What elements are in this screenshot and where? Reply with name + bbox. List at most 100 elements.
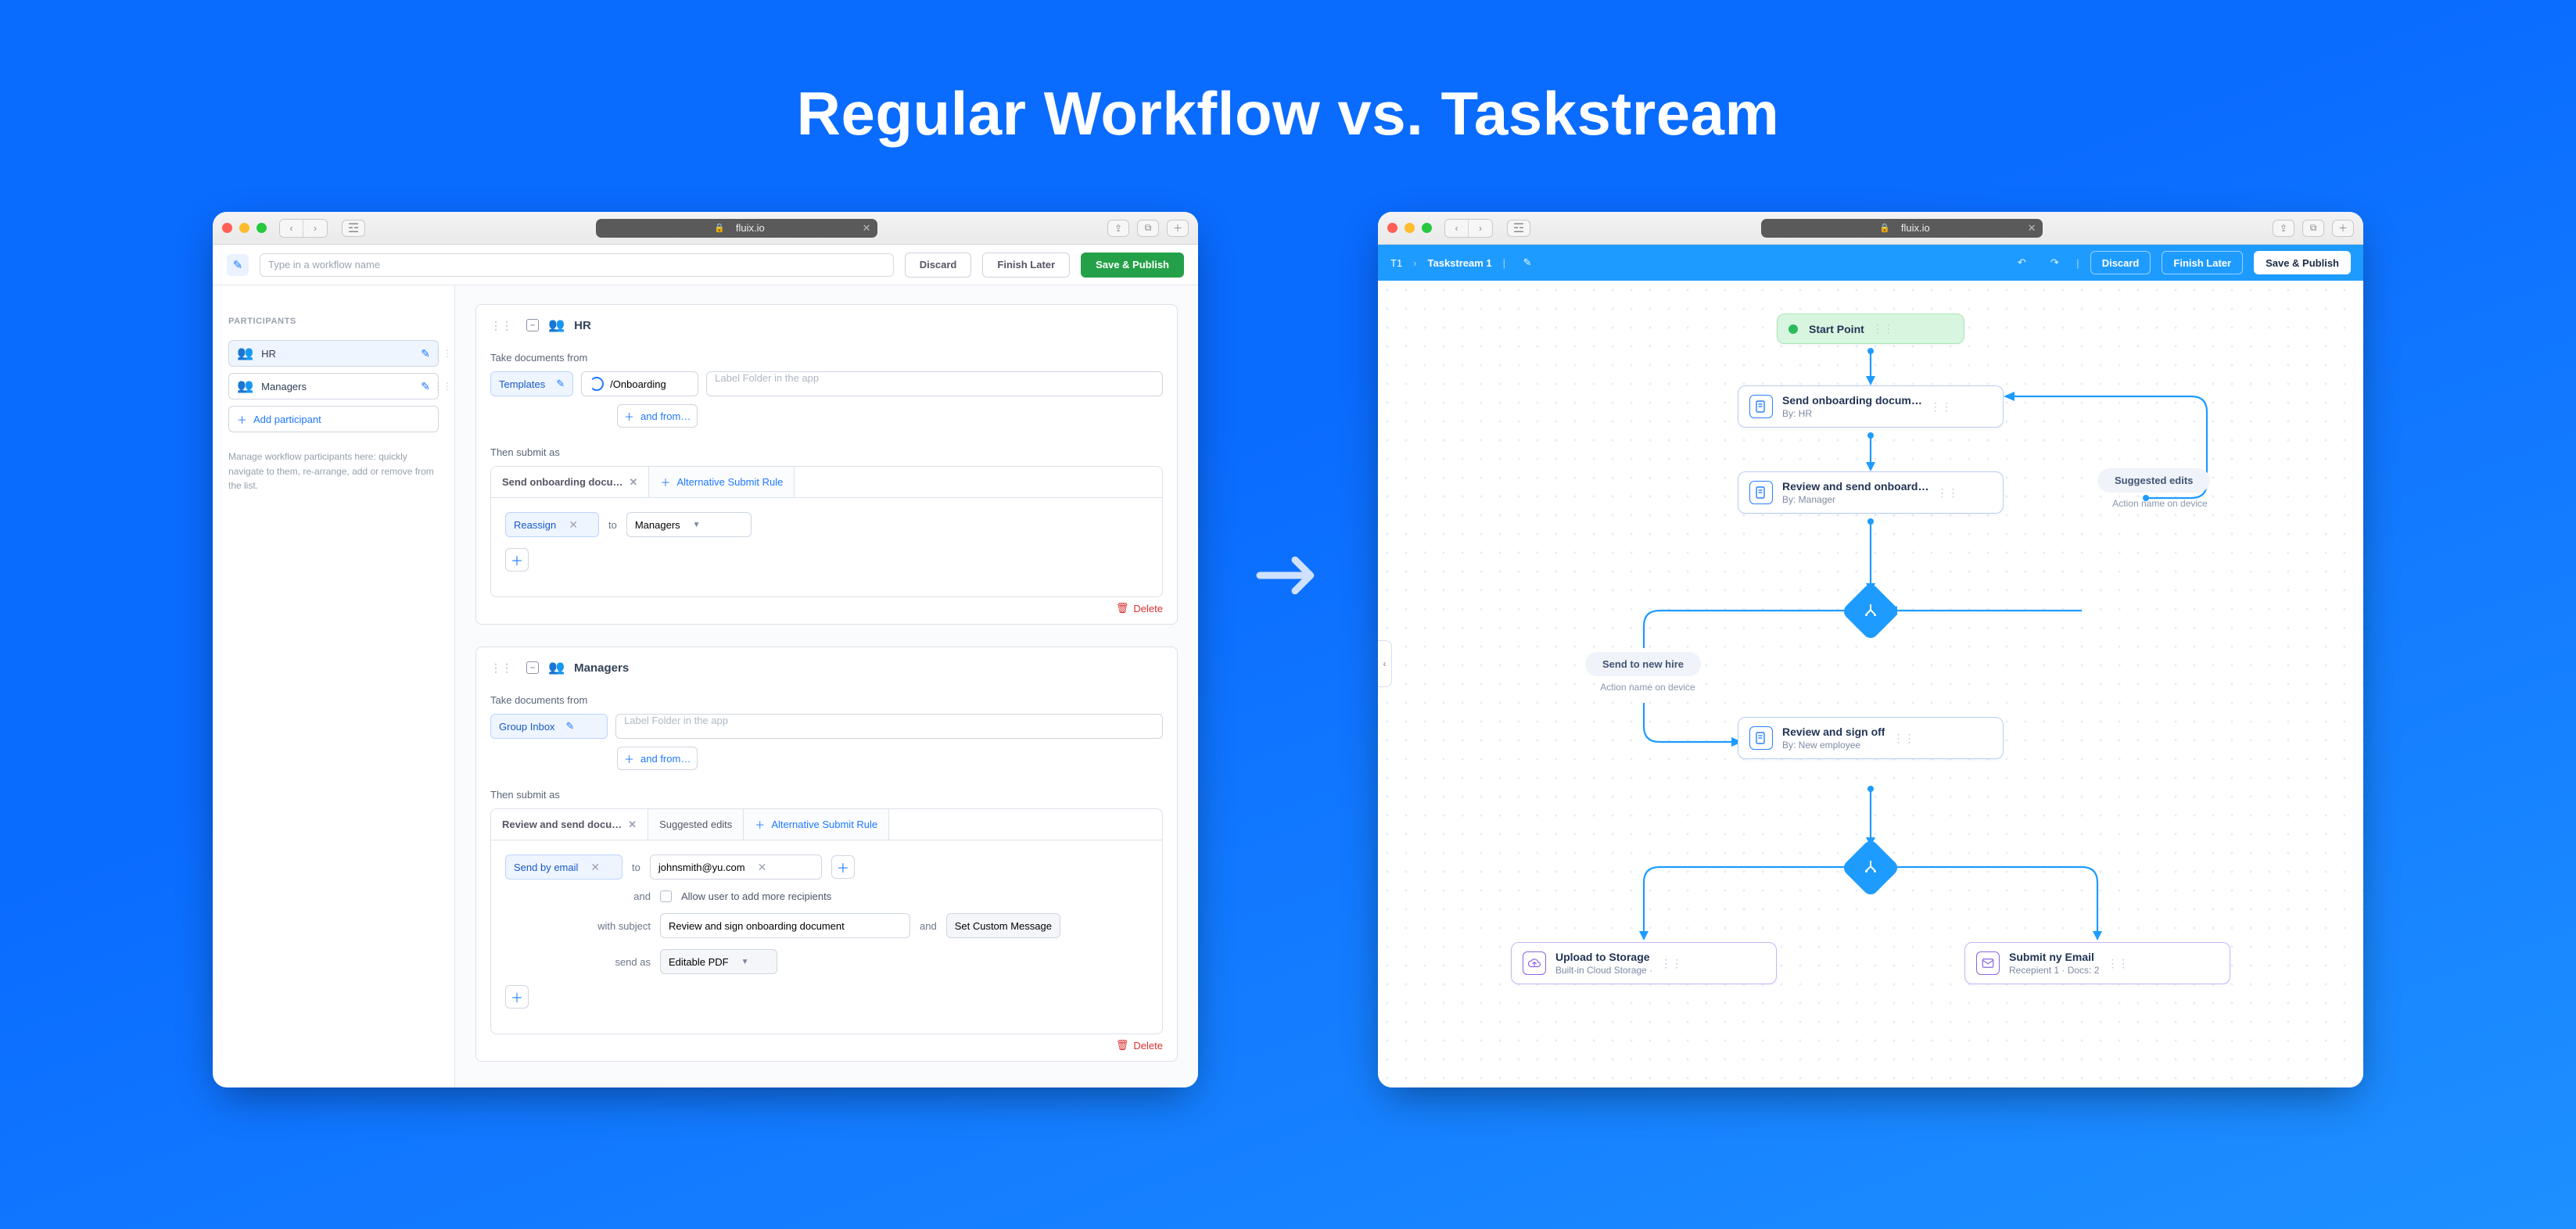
- back-button[interactable]: ‹: [280, 220, 303, 237]
- sidebar-toggle-icon[interactable]: ☲: [342, 220, 365, 237]
- sidebar-toggle-icon[interactable]: ☲: [1507, 220, 1530, 237]
- node-review-send[interactable]: Review and send onboard… By: Manager ⋮⋮: [1738, 471, 2004, 514]
- close-dot-icon[interactable]: [1387, 223, 1397, 233]
- finish-later-button[interactable]: Finish Later: [2162, 251, 2243, 274]
- address-bar[interactable]: 🔒 fluix.io ✕: [1761, 219, 2043, 238]
- clear-url-icon[interactable]: ✕: [2028, 222, 2036, 235]
- discard-button[interactable]: Discard: [905, 253, 972, 278]
- drag-handle-icon[interactable]: ⋮⋮: [433, 381, 452, 392]
- drag-handle-icon[interactable]: ⋮⋮: [433, 348, 452, 359]
- new-tab-icon[interactable]: ＋: [1167, 220, 1189, 237]
- forward-button[interactable]: ›: [1469, 220, 1492, 237]
- remove-icon[interactable]: ✕: [569, 518, 578, 532]
- save-publish-button[interactable]: Save & Publish: [2254, 251, 2351, 274]
- minimize-dot-icon[interactable]: [1405, 223, 1415, 233]
- zoom-dot-icon[interactable]: [1422, 223, 1432, 233]
- edit-icon[interactable]: ✎: [1516, 252, 1538, 274]
- breadcrumb-title[interactable]: Taskstream 1: [1428, 257, 1492, 269]
- add-action-button[interactable]: ＋: [505, 985, 529, 1009]
- and-from-button[interactable]: ＋ and from…: [617, 404, 698, 428]
- share-icon[interactable]: ⇪: [1107, 220, 1129, 237]
- discard-button[interactable]: Discard: [2090, 251, 2151, 274]
- participant-item-managers[interactable]: 👥 Managers ✎ ⋮⋮: [228, 373, 439, 400]
- collapse-icon[interactable]: –: [526, 319, 539, 331]
- panel-collapse-handle[interactable]: ‹: [1378, 640, 1392, 687]
- forward-button[interactable]: ›: [303, 220, 327, 237]
- drag-handle-icon[interactable]: ⋮⋮: [1930, 400, 1952, 414]
- delete-button[interactable]: 🗑 Delete: [1116, 602, 1163, 614]
- edit-icon[interactable]: ✎: [421, 380, 430, 393]
- send-email-chip[interactable]: Send by email ✕: [505, 855, 622, 880]
- clear-url-icon[interactable]: ✕: [863, 222, 871, 235]
- collapse-icon[interactable]: –: [526, 661, 539, 674]
- drag-handle-icon[interactable]: ⋮⋮: [490, 661, 512, 675]
- close-tab-icon[interactable]: ✕: [628, 819, 637, 831]
- label-folder-input[interactable]: Label Folder in the app: [615, 714, 1163, 739]
- node-send-onboarding[interactable]: Send onboarding docum… By: HR ⋮⋮: [1738, 385, 2004, 428]
- undo-icon[interactable]: ↶: [2011, 252, 2032, 274]
- taskstream-canvas[interactable]: ‹: [1378, 281, 2363, 1087]
- workflow-name-input[interactable]: Type in a workflow name: [260, 253, 894, 277]
- tab-alt-rule[interactable]: ＋ Alternative Submit Rule: [649, 467, 795, 497]
- send-new-hire-pill[interactable]: Send to new hire: [1585, 652, 1701, 676]
- templates-chip[interactable]: Templates ✎: [490, 371, 573, 396]
- set-custom-message-button[interactable]: Set Custom Message: [946, 913, 1060, 938]
- minimize-dot-icon[interactable]: [239, 223, 249, 233]
- email-input[interactable]: johnsmith@yu.com ✕: [650, 855, 822, 880]
- allow-more-checkbox[interactable]: [660, 890, 672, 902]
- tab-alt-rule-2[interactable]: ＋ Alternative Submit Rule: [744, 809, 889, 840]
- drag-handle-icon[interactable]: ⋮⋮: [1936, 486, 1958, 500]
- reassign-chip[interactable]: Reassign ✕: [505, 512, 599, 537]
- address-bar[interactable]: 🔒 fluix.io ✕: [596, 219, 877, 238]
- label-folder-input[interactable]: Label Folder in the app: [706, 371, 1163, 396]
- group-inbox-chip[interactable]: Group Inbox ✎: [490, 714, 608, 739]
- tab-send-onboarding[interactable]: Send onboarding docu… ✕: [491, 467, 649, 497]
- drag-handle-icon[interactable]: ⋮⋮: [1660, 957, 1682, 970]
- workflow-new-icon[interactable]: ✎: [227, 254, 249, 276]
- take-from-label: Take documents from: [476, 341, 1177, 371]
- path-chip[interactable]: /Onboarding: [581, 371, 698, 396]
- submit-as-label: Then submit as: [476, 778, 1177, 808]
- redo-icon[interactable]: ↷: [2043, 252, 2065, 274]
- tabs-icon[interactable]: ⧉: [2302, 220, 2324, 237]
- traffic-lights[interactable]: [222, 223, 267, 233]
- node-start[interactable]: Start Point ⋮⋮: [1777, 314, 1964, 344]
- node-upload-storage[interactable]: Upload to Storage Built-in Cloud Storage…: [1511, 942, 1777, 984]
- drag-handle-icon[interactable]: ⋮⋮: [1893, 732, 1914, 745]
- traffic-lights[interactable]: [1387, 223, 1432, 233]
- delete-button[interactable]: 🗑 Delete: [1116, 1039, 1163, 1052]
- edit-icon[interactable]: ✎: [556, 378, 565, 390]
- new-tab-icon[interactable]: ＋: [2332, 220, 2354, 237]
- node-review-sign[interactable]: Review and sign off By: New employee ⋮⋮: [1738, 717, 2004, 759]
- drag-handle-icon[interactable]: ⋮⋮: [1872, 322, 1894, 335]
- format-select[interactable]: Editable PDF ▼: [660, 949, 777, 974]
- drag-handle-icon[interactable]: ⋮⋮: [490, 319, 512, 332]
- share-icon[interactable]: ⇪: [2273, 220, 2294, 237]
- managers-select[interactable]: Managers ▼: [626, 512, 752, 537]
- suggested-edits-pill[interactable]: Suggested edits: [2097, 468, 2210, 493]
- save-publish-button[interactable]: Save & Publish: [1081, 253, 1184, 278]
- participant-item-hr[interactable]: 👥 HR ✎ ⋮⋮: [228, 340, 439, 367]
- close-dot-icon[interactable]: [222, 223, 232, 233]
- decision-2[interactable]: [1841, 838, 1900, 898]
- drag-handle-icon[interactable]: ⋮⋮: [2107, 957, 2129, 970]
- breadcrumb-root[interactable]: T1: [1390, 257, 1402, 269]
- add-participant-button[interactable]: ＋ Add participant: [228, 406, 439, 432]
- edit-icon[interactable]: ✎: [566, 720, 575, 733]
- edit-icon[interactable]: ✎: [421, 347, 430, 360]
- finish-later-button[interactable]: Finish Later: [982, 253, 1070, 278]
- tabs-icon[interactable]: ⧉: [1137, 220, 1159, 237]
- zoom-dot-icon[interactable]: [257, 223, 267, 233]
- tab-suggested[interactable]: Suggested edits: [648, 809, 744, 840]
- remove-icon[interactable]: ✕: [590, 861, 600, 874]
- decision-1[interactable]: [1841, 582, 1900, 641]
- close-tab-icon[interactable]: ✕: [630, 476, 638, 489]
- subject-input[interactable]: Review and sign onboarding document: [660, 913, 910, 938]
- add-action-button[interactable]: ＋: [505, 548, 529, 572]
- remove-icon[interactable]: ✕: [758, 861, 767, 874]
- node-submit-email[interactable]: Submit ny Email Recepient 1 · Docs: 2 ⋮⋮: [1964, 942, 2230, 984]
- and-from-button[interactable]: ＋ and from…: [617, 747, 698, 770]
- back-button[interactable]: ‹: [1445, 220, 1469, 237]
- add-recipient-button[interactable]: ＋: [831, 855, 855, 879]
- tab-review[interactable]: Review and send docu… ✕: [491, 809, 648, 840]
